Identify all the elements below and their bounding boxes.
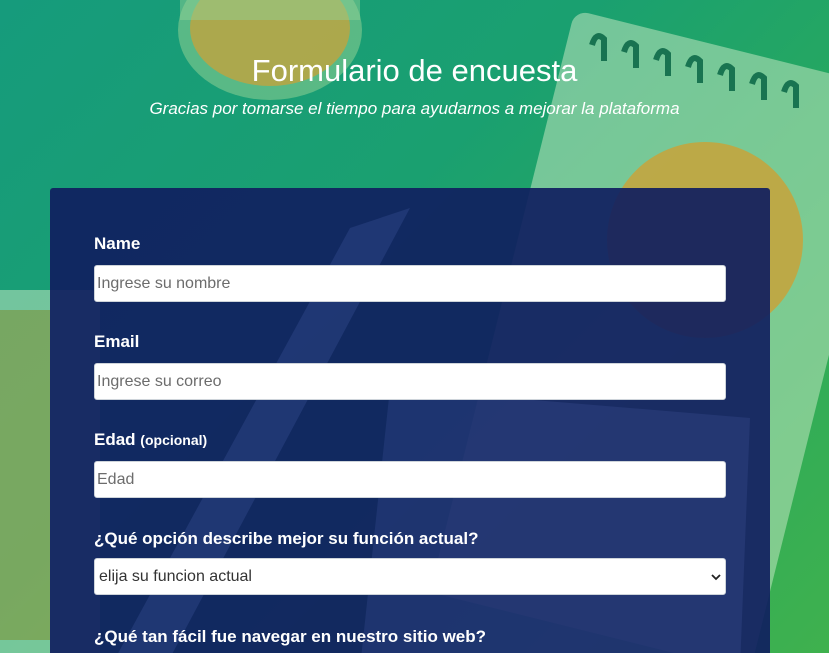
name-field: Name bbox=[94, 234, 726, 302]
page-header: Formulario de encuesta Gracias por tomar… bbox=[0, 52, 829, 120]
paper-decoration bbox=[361, 388, 750, 653]
role-label: ¿Qué opción describe mejor su función ac… bbox=[94, 529, 479, 548]
email-field: Email bbox=[94, 332, 726, 400]
page-title: Formulario de encuesta bbox=[251, 53, 578, 88]
email-input[interactable] bbox=[94, 363, 726, 400]
chevron-down-icon bbox=[711, 574, 721, 581]
age-optional-note: (opcional) bbox=[140, 432, 208, 448]
role-field: ¿Qué opción describe mejor su función ac… bbox=[94, 529, 726, 595]
page-subtitle: Gracias por tomarse el tiempo para ayuda… bbox=[149, 99, 680, 118]
email-label: Email bbox=[94, 332, 140, 351]
age-label: Edad bbox=[94, 430, 136, 449]
navigation-field: ¿Qué tan fácil fue navegar en nuestro si… bbox=[94, 627, 726, 647]
role-select-value: elija su funcion actual bbox=[99, 568, 252, 585]
age-input[interactable] bbox=[94, 461, 726, 498]
name-label: Name bbox=[94, 234, 141, 253]
role-select[interactable]: elija su funcion actual bbox=[94, 558, 726, 595]
name-input[interactable] bbox=[94, 265, 726, 302]
navigation-label: ¿Qué tan fácil fue navegar en nuestro si… bbox=[94, 627, 487, 646]
age-field: Edad (opcional) bbox=[94, 430, 726, 498]
survey-form: Name Email Edad (opcional) ¿Qué opción d… bbox=[50, 188, 770, 653]
age-label-group: Edad (opcional) bbox=[94, 430, 726, 450]
